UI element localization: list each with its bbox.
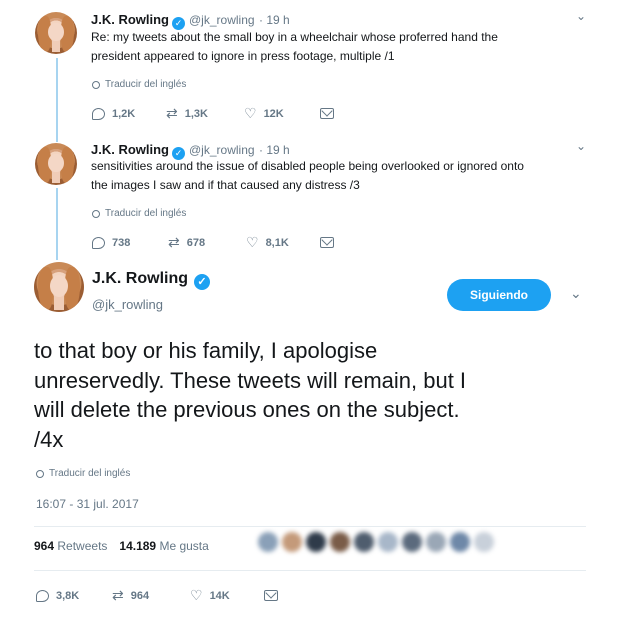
tweet-text-line: Re: my tweets about the small boy in a w… [91, 30, 498, 44]
tweet-text-line: the images I saw and if that caused any … [91, 178, 360, 192]
liker-avatar[interactable] [330, 532, 350, 552]
author-name[interactable]: J.K. Rowling [91, 12, 169, 27]
main-author[interactable]: J.K. Rowling ✓ [92, 270, 210, 290]
reply-count: 738 [112, 236, 131, 249]
like-count: 12K [263, 107, 284, 120]
envelope-icon [264, 590, 278, 601]
tweet-2[interactable]: J.K. Rowling ✓ @jk_rowling · 19 h ⌄ sensit… [0, 130, 623, 256]
author-handle[interactable]: @jk_rowling [189, 143, 255, 157]
chevron-down-icon[interactable]: ⌄ [570, 285, 582, 302]
main-author-name[interactable]: J.K. Rowling [92, 270, 188, 287]
retweets-stat[interactable]: 964 Retweets [34, 539, 107, 553]
message-button[interactable] [320, 108, 334, 119]
tweet-text-line: president appeared to ignore in press fo… [91, 49, 395, 63]
retweet-button[interactable]: ⇄ 964 [112, 587, 190, 604]
reply-button[interactable]: 738 [92, 236, 168, 249]
tweet-text-line: unreservedly. These tweets will remain, … [34, 367, 467, 393]
liker-avatar[interactable] [426, 532, 446, 552]
liker-avatar[interactable] [450, 532, 470, 552]
likes-label: Me gusta [159, 539, 209, 553]
divider [34, 570, 586, 571]
retweet-icon: ⇄ [166, 105, 178, 121]
liker-avatar[interactable] [282, 532, 302, 552]
avatar[interactable] [35, 143, 77, 185]
author-handle[interactable]: @jk_rowling [189, 13, 255, 27]
message-button[interactable] [264, 590, 278, 601]
envelope-icon [320, 237, 334, 248]
retweet-button[interactable]: ⇄ 678 [168, 234, 246, 251]
divider [34, 526, 586, 527]
message-button[interactable] [320, 237, 334, 248]
main-tweet-text: to that boy or his family, I apologise u… [34, 336, 594, 454]
avatar[interactable] [35, 12, 77, 54]
reply-count: 3,8K [56, 589, 80, 602]
globe-icon [92, 80, 100, 89]
like-button[interactable]: ♡ 12K [244, 105, 320, 122]
engagement-stats: 964 Retweets 14.189 Me gusta [34, 539, 209, 553]
retweets-total: 964 [34, 539, 55, 553]
liker-avatar[interactable] [306, 532, 326, 552]
translate-label: Traducir del inglés [49, 468, 131, 479]
reply-icon [92, 236, 105, 249]
reply-button[interactable]: 3,8K [36, 589, 112, 602]
translate-label: Traducir del inglés [105, 79, 187, 90]
retweet-icon: ⇄ [168, 234, 180, 250]
chevron-down-icon[interactable]: ⌄ [576, 139, 586, 153]
author-name[interactable]: J.K. Rowling [91, 142, 169, 157]
likers-avatars[interactable] [258, 532, 510, 558]
liker-avatar[interactable] [258, 532, 278, 552]
likes-total: 14.189 [119, 539, 157, 553]
chevron-down-icon[interactable]: ⌄ [576, 9, 586, 23]
like-count: 8,1K [265, 236, 289, 249]
translate-label: Traducir del inglés [105, 208, 187, 219]
tweet-timestamp[interactable]: 16:07 - 31 jul. 2017 [36, 497, 139, 511]
main-author-handle[interactable]: @jk_rowling [92, 297, 163, 312]
tweet-time[interactable]: · 19 h [259, 13, 290, 27]
retweets-label: Retweets [57, 539, 108, 553]
tweet-text-line: sensitivities around the issue of disabl… [91, 159, 524, 173]
like-button[interactable]: ♡ 14K [190, 587, 264, 604]
reply-button[interactable]: 1,2K [92, 107, 166, 120]
heart-icon: ♡ [244, 105, 257, 121]
retweet-count: 678 [186, 236, 206, 249]
envelope-icon [320, 108, 334, 119]
reply-icon [36, 589, 49, 602]
globe-icon [36, 469, 44, 478]
reply-icon [92, 107, 105, 120]
heart-icon: ♡ [246, 234, 259, 250]
tweet-text-line: will delete the previous ones on the sub… [34, 397, 460, 422]
tweet-text-line: /4x [34, 426, 64, 452]
tweet-text-line: to that boy or his family, I apologise [34, 338, 378, 363]
liker-avatar[interactable] [402, 532, 422, 552]
heart-icon: ♡ [190, 587, 203, 603]
like-count: 14K [209, 589, 230, 602]
like-button[interactable]: ♡ 8,1K [246, 234, 320, 251]
retweet-button[interactable]: ⇄ 1,3K [166, 105, 244, 122]
reply-count: 1,2K [112, 107, 136, 120]
tweet-1[interactable]: J.K. Rowling ✓ @jk_rowling · 19 h ⌄ Re: my… [0, 0, 623, 130]
translate-link[interactable]: Traducir del inglés [36, 468, 130, 479]
translate-link[interactable]: Traducir del inglés [92, 208, 186, 219]
globe-icon [92, 209, 100, 218]
main-avatar[interactable] [34, 262, 84, 312]
retweet-count: 1,3K [184, 107, 208, 120]
tweet-time[interactable]: · 19 h [259, 143, 290, 157]
translate-link[interactable]: Traducir del inglés [92, 79, 186, 90]
liker-avatar[interactable] [474, 532, 494, 552]
retweet-icon: ⇄ [112, 587, 124, 603]
liker-avatar[interactable] [354, 532, 374, 552]
likes-stat[interactable]: 14.189 Me gusta [119, 539, 208, 553]
retweet-count: 964 [130, 589, 150, 602]
liker-avatar[interactable] [378, 532, 398, 552]
verified-badge-icon: ✓ [194, 274, 210, 290]
following-button[interactable]: Siguiendo [447, 279, 551, 311]
